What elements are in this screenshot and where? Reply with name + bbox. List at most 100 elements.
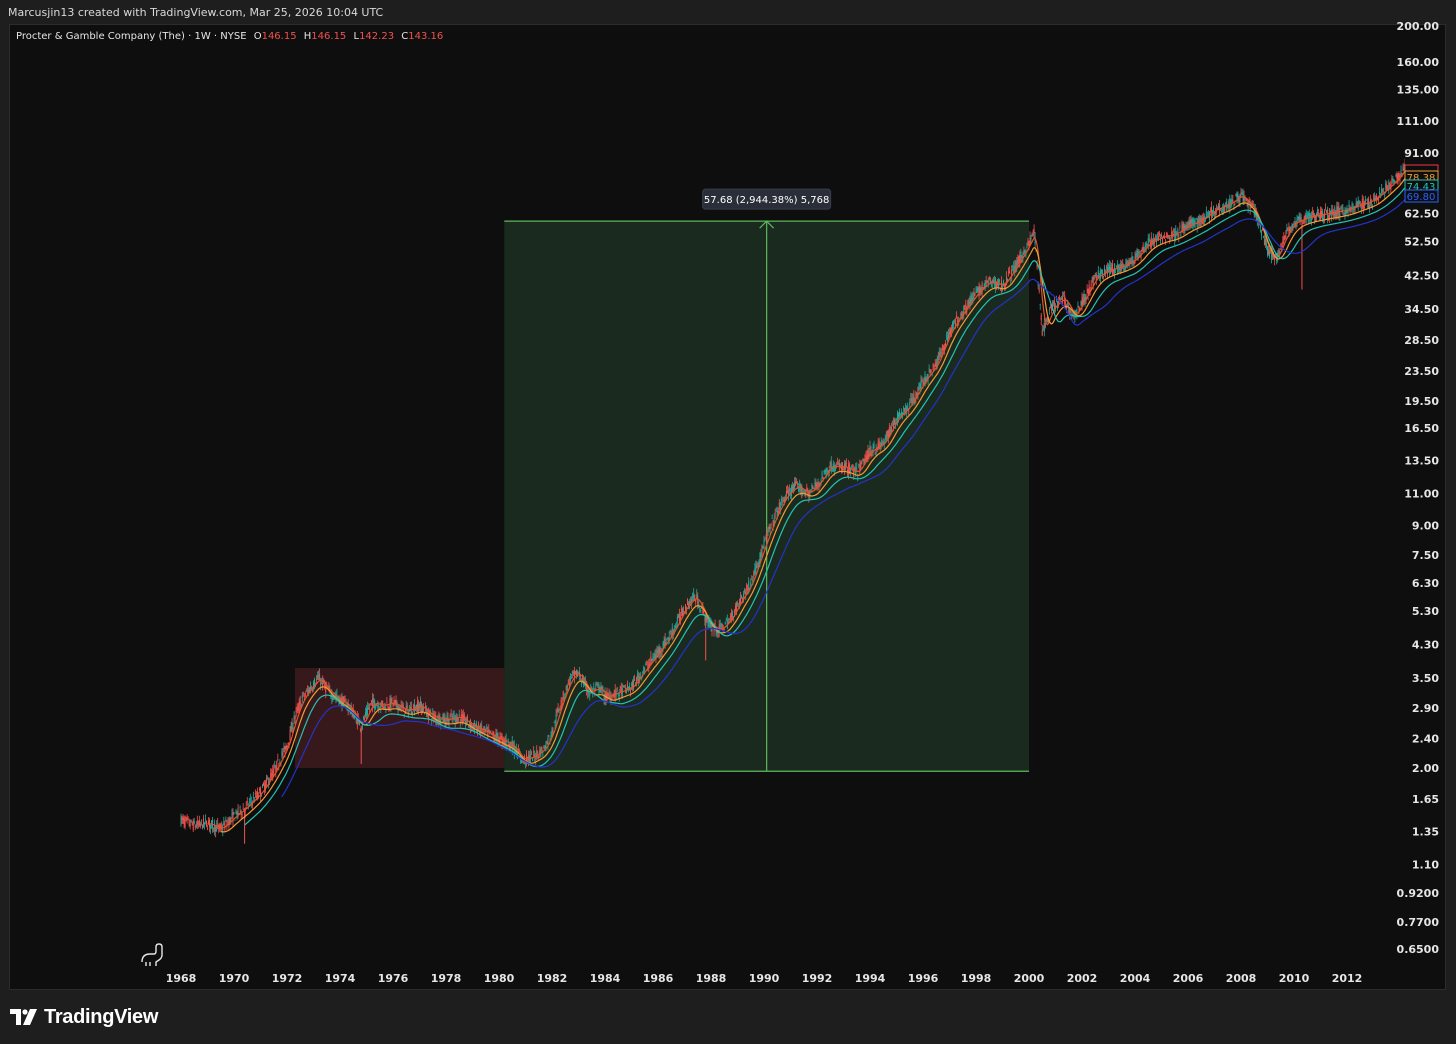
y-axis-tick-label: 160.00 bbox=[1397, 56, 1440, 69]
candle-body bbox=[1300, 217, 1302, 220]
candle-body bbox=[245, 803, 247, 805]
candle-body bbox=[307, 689, 309, 693]
candle-body bbox=[739, 599, 741, 605]
candle-body bbox=[640, 674, 642, 676]
dino-icon[interactable] bbox=[141, 943, 163, 966]
candle-body bbox=[258, 788, 260, 790]
candle-body bbox=[1288, 225, 1290, 234]
candle-body bbox=[383, 706, 385, 709]
candle-body bbox=[799, 483, 801, 490]
y-axis-tick-label: 42.50 bbox=[1404, 270, 1439, 283]
candle-body bbox=[1105, 266, 1107, 268]
candle-body bbox=[723, 628, 725, 630]
candle-body bbox=[1170, 237, 1172, 239]
x-axis-tick-label: 2006 bbox=[1173, 972, 1204, 985]
candle-body bbox=[729, 616, 731, 619]
candle-body bbox=[263, 782, 265, 786]
candle-body bbox=[881, 441, 883, 445]
candle-body bbox=[301, 695, 303, 699]
candle-body bbox=[968, 301, 970, 306]
candle-body bbox=[188, 819, 190, 826]
candle-body bbox=[387, 706, 389, 708]
candle-body bbox=[1232, 199, 1234, 202]
y-axis-tick-label: 16.50 bbox=[1404, 422, 1439, 435]
y-axis-tick-label: 52.50 bbox=[1404, 236, 1439, 249]
candle-body bbox=[734, 605, 736, 611]
candle-body bbox=[486, 727, 488, 730]
candle-body bbox=[814, 482, 816, 487]
candle-body bbox=[1161, 234, 1162, 238]
candle-body bbox=[1017, 257, 1019, 265]
candle-body bbox=[1357, 200, 1359, 206]
tradingview-brand[interactable]: TradingView bbox=[10, 1004, 158, 1030]
candle-body bbox=[196, 820, 198, 826]
candle-body bbox=[1019, 254, 1021, 262]
candle-body bbox=[662, 642, 664, 648]
candle-body bbox=[910, 398, 912, 401]
candle-body bbox=[325, 685, 327, 693]
symbol-title[interactable]: Procter & Gamble Company (The) · 1W · NY… bbox=[16, 31, 247, 42]
candle-body bbox=[1225, 202, 1227, 205]
candle-body bbox=[636, 676, 638, 684]
low-value: 142.23 bbox=[359, 31, 395, 42]
candle-body bbox=[232, 812, 234, 823]
candle-body bbox=[298, 702, 300, 711]
candle-body bbox=[384, 703, 386, 704]
candle-body bbox=[964, 309, 966, 310]
candle-body bbox=[1328, 215, 1330, 218]
candle-body bbox=[772, 520, 774, 526]
candle-body bbox=[575, 669, 577, 677]
candle-body bbox=[1285, 235, 1287, 238]
candle-body bbox=[667, 638, 669, 640]
candle-body bbox=[1012, 266, 1014, 268]
candle-body bbox=[541, 747, 543, 752]
candle-body bbox=[190, 819, 192, 822]
candle-body bbox=[632, 681, 634, 688]
candle-body bbox=[651, 658, 653, 661]
candle-body bbox=[533, 750, 535, 753]
candle-body bbox=[767, 531, 769, 533]
candle-body bbox=[893, 419, 895, 425]
candle-body bbox=[1365, 199, 1367, 201]
candle-body bbox=[824, 469, 826, 473]
candle-body bbox=[1224, 205, 1226, 212]
candle-body bbox=[292, 727, 294, 729]
candle-body bbox=[1181, 224, 1183, 232]
candle-body bbox=[791, 485, 793, 496]
x-axis-tick-label: 1976 bbox=[378, 972, 409, 985]
candle-body bbox=[738, 603, 740, 605]
candle-body bbox=[1360, 208, 1362, 210]
candle-body bbox=[567, 680, 569, 682]
candle-body bbox=[830, 461, 832, 473]
candle-body bbox=[1308, 212, 1310, 217]
candle-body bbox=[1096, 276, 1098, 278]
candle-body bbox=[1264, 239, 1266, 245]
candle-body bbox=[242, 808, 244, 810]
candle-body bbox=[184, 819, 186, 827]
candle-body bbox=[299, 700, 301, 705]
candle-body bbox=[389, 698, 391, 708]
candle-body bbox=[1118, 264, 1120, 270]
candle-body bbox=[453, 714, 455, 716]
candle-body bbox=[1338, 206, 1340, 216]
candle-body bbox=[797, 483, 799, 485]
x-axis-tick-label: 1982 bbox=[537, 972, 568, 985]
candle-body bbox=[1326, 210, 1328, 213]
candle-body bbox=[998, 279, 1000, 282]
candle-body bbox=[593, 686, 595, 689]
price-chart[interactable]: 57.68 (2,944.38%) 5,768 200.00 160.00 135.0… bbox=[0, 0, 1456, 1044]
candle-body bbox=[623, 685, 625, 687]
candle-body bbox=[1393, 179, 1395, 182]
candle-body bbox=[1289, 227, 1291, 231]
candle-body bbox=[302, 692, 304, 694]
candle-body bbox=[974, 292, 976, 295]
candle-body bbox=[1391, 178, 1393, 181]
candle-body bbox=[794, 482, 796, 489]
candle-body bbox=[412, 706, 414, 707]
candle-body bbox=[458, 714, 460, 716]
candle-body bbox=[985, 280, 987, 284]
candle-body bbox=[1386, 185, 1388, 191]
candle-body bbox=[1008, 271, 1010, 273]
candle-body bbox=[882, 441, 884, 443]
candle-body bbox=[536, 750, 538, 758]
